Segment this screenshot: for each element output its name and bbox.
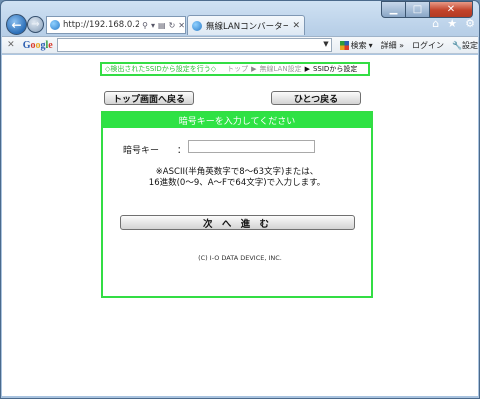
copyright-footer: (C) I-O DATA DEVICE, INC.	[198, 254, 282, 262]
address-bar[interactable]: http://192.168.0.202 ⚲ ▾ ▤ ↻ ✕	[46, 16, 186, 34]
address-text: http://192.168.0.202	[63, 20, 140, 30]
login-button[interactable]: ログイン	[412, 40, 444, 51]
search-icon[interactable]: ⚲	[142, 21, 148, 30]
breadcrumb-step-top[interactable]: トップ	[227, 64, 248, 74]
favorites-star-icon[interactable]: ★	[447, 17, 457, 30]
tab-close-icon[interactable]: ✕	[292, 21, 300, 31]
key-label: 暗号キー	[123, 146, 160, 156]
encryption-key-input[interactable]	[188, 140, 315, 153]
breadcrumb-step-wireless[interactable]: 無線LAN設定	[260, 64, 302, 74]
back-to-top-button[interactable]: トップ画面へ戻る	[104, 91, 194, 105]
site-favicon-icon	[50, 20, 60, 30]
chevron-down-icon[interactable]: ▼	[323, 40, 328, 48]
details-button[interactable]: 詳細 »	[381, 40, 404, 51]
home-icon[interactable]: ⌂	[432, 17, 439, 30]
stop-icon[interactable]: ✕	[178, 21, 185, 30]
next-button[interactable]: 次 へ 進 む	[120, 215, 355, 230]
go-back-button[interactable]: ひとつ戻る	[271, 91, 361, 105]
toolbar-close-icon[interactable]: ✕	[5, 40, 17, 50]
tab-title: 無線LANコンバーター設...	[206, 21, 289, 32]
google-logo: Google	[22, 39, 53, 51]
google-g-icon	[339, 40, 349, 50]
google-toolbar: ✕ Google ▼ 検索 ▾ 詳細 » ログイン 🔧設定	[2, 36, 478, 54]
wrench-icon: 🔧	[452, 40, 462, 50]
breadcrumb-lead: ◇検出されたSSIDから設定を行う◇	[105, 65, 217, 73]
refresh-icon[interactable]: ↻	[169, 21, 176, 30]
browser-tab[interactable]: 無線LANコンバーター設... ✕	[187, 15, 305, 35]
breadcrumb-separator: ▶	[304, 65, 310, 73]
back-arrow-icon: ←	[11, 17, 22, 32]
toolbar-settings-button[interactable]: 🔧設定	[452, 40, 478, 51]
browser-right-icons: ⌂ ★ ⚙	[432, 17, 475, 30]
breadcrumb: ◇検出されたSSIDから設定を行う◇ トップ ▶ 無線LAN設定 ▶ SSIDか…	[100, 62, 370, 76]
key-format-note: ※ASCII(半角英数字で8～63文字)または、 16進数(0～9、A～Fで64…	[103, 167, 371, 189]
note-line-1: ※ASCII(半角英数字で8～63文字)または、	[155, 167, 319, 177]
browser-window: ▁ □ ✕ ← → http://192.168.0.202 ⚲ ▾ ▤ ↻ ✕…	[0, 0, 480, 399]
key-label-colon: ：	[177, 146, 187, 156]
breadcrumb-separator: ▶	[251, 65, 257, 73]
back-button[interactable]: ←	[6, 14, 27, 35]
google-search-input[interactable]: ▼	[56, 38, 332, 52]
compatibility-icon[interactable]: ▤	[158, 21, 166, 30]
google-search-button[interactable]: 検索 ▾	[339, 40, 373, 51]
forward-button[interactable]: →	[27, 16, 44, 33]
breadcrumb-current: SSIDから設定	[312, 65, 358, 73]
web-page: ◇検出されたSSIDから設定を行う◇ トップ ▶ 無線LAN設定 ▶ SSIDか…	[2, 55, 478, 396]
tab-favicon-icon	[192, 20, 202, 31]
chevron-down-icon: ▾	[368, 40, 373, 50]
encryption-key-panel: 暗号キーを入力してください 暗号キー ： ※ASCII(半角英数字で8～63文字…	[101, 111, 373, 298]
forward-arrow-icon: →	[31, 19, 40, 30]
gear-icon[interactable]: ⚙	[465, 17, 475, 30]
panel-title: 暗号キーを入力してください	[103, 113, 371, 128]
navigation-bar: ← → http://192.168.0.202 ⚲ ▾ ▤ ↻ ✕ 無線LAN…	[1, 13, 480, 35]
note-line-2: 16進数(0～9、A～Fで64文字)で入力します。	[148, 178, 326, 188]
dropdown-icon[interactable]: ▾	[151, 21, 155, 30]
